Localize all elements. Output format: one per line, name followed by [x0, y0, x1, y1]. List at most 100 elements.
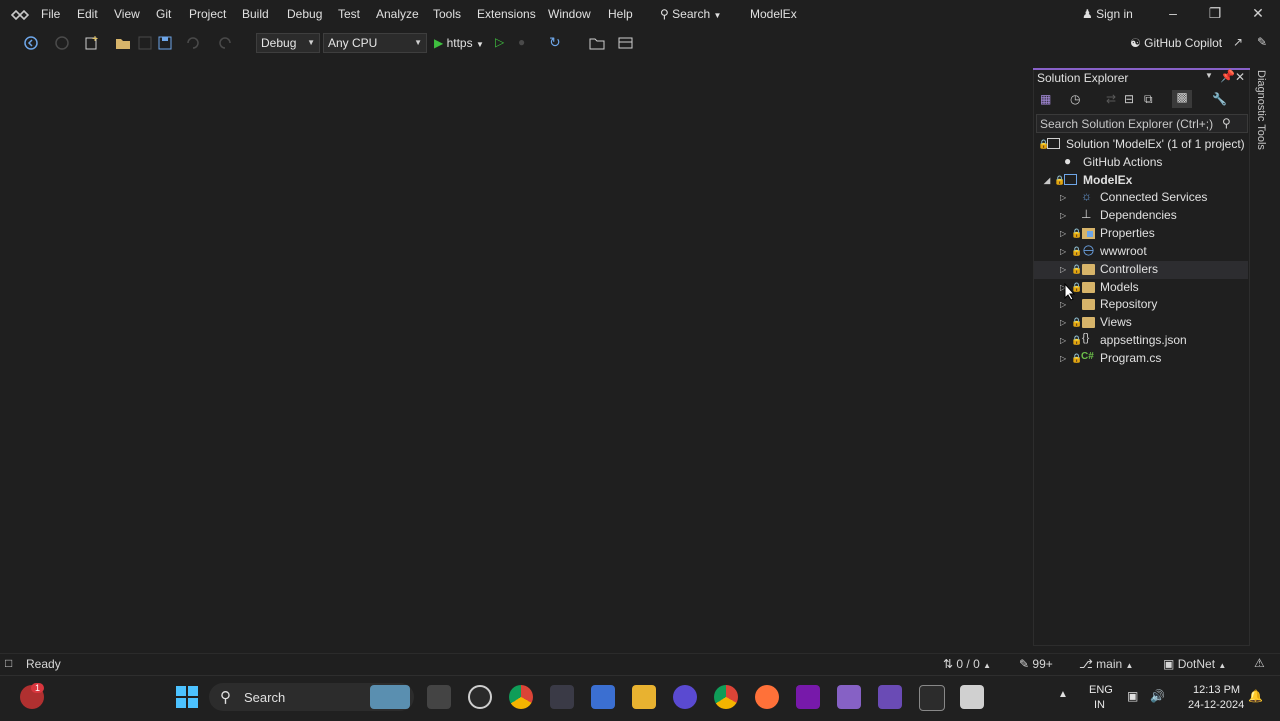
- search-icon[interactable]: ⚲: [1222, 116, 1231, 130]
- menu-analyze[interactable]: Analyze: [376, 7, 419, 21]
- configuration-dropdown[interactable]: Debug ▼: [256, 33, 320, 53]
- show-all-files-icon[interactable]: ⧉: [1144, 92, 1153, 107]
- menu-file[interactable]: File: [41, 7, 60, 21]
- new-project-icon[interactable]: [83, 34, 101, 52]
- network-icon[interactable]: ▣: [1127, 689, 1138, 703]
- terminal-app-icon[interactable]: [550, 685, 574, 709]
- notifications-icon[interactable]: ⚠: [1254, 656, 1265, 670]
- dotnet-tool-icon[interactable]: [673, 685, 697, 709]
- solution-search-placeholder: Search Solution Explorer (Ctrl+;): [1040, 117, 1214, 131]
- chrome-icon[interactable]: [509, 685, 533, 709]
- menu-extensions[interactable]: Extensions: [477, 7, 536, 21]
- volume-icon[interactable]: 🔊: [1150, 689, 1165, 703]
- save-icon[interactable]: [136, 34, 154, 52]
- branch-button[interactable]: ⎇ main ▲: [1079, 657, 1133, 671]
- visual-studio-icon[interactable]: [837, 685, 861, 709]
- tree-item[interactable]: ▷ 🔒 Views: [1036, 314, 1248, 332]
- pending-changes-filter-icon[interactable]: ◷: [1070, 92, 1080, 106]
- menu-window[interactable]: Window: [548, 7, 591, 21]
- onenote-icon[interactable]: [796, 685, 820, 709]
- menu-test[interactable]: Test: [338, 7, 360, 21]
- up-down-arrows-icon: ⇅: [943, 657, 954, 671]
- preview-selected-icon[interactable]: ▩: [1172, 90, 1192, 108]
- start-without-debugging-icon[interactable]: ▷: [495, 35, 504, 49]
- firefox-icon[interactable]: [755, 685, 779, 709]
- sign-in-button[interactable]: ♟ Sign in: [1082, 7, 1133, 21]
- snipping-tool-icon[interactable]: [960, 685, 984, 709]
- visual-studio-logo-icon[interactable]: [10, 6, 30, 24]
- refresh-icon[interactable]: ↻: [549, 34, 561, 51]
- menu-edit[interactable]: Edit: [77, 7, 98, 21]
- language-label[interactable]: ENG: [1089, 684, 1113, 696]
- hot-reload-icon[interactable]: ●: [518, 35, 525, 49]
- output-window-icon[interactable]: □: [5, 656, 12, 670]
- tree-item[interactable]: ▷ 🔒 C# Program.cs: [1036, 350, 1248, 368]
- feedback-icon[interactable]: ✎: [1257, 35, 1267, 49]
- windows-start-icon[interactable]: [176, 686, 198, 708]
- tree-solution-node[interactable]: 🔒 Solution 'ModelEx' (1 of 1 project): [1036, 136, 1248, 154]
- clock-date[interactable]: 24-12-2024: [1188, 699, 1244, 711]
- browse-folder-icon[interactable]: [588, 34, 606, 52]
- tree-item[interactable]: ▷ 🔒 Properties: [1036, 225, 1248, 243]
- pin-icon[interactable]: 📌: [1220, 69, 1235, 83]
- globe-icon: [1083, 245, 1094, 256]
- solution-icon: [1047, 138, 1060, 149]
- tree-item-label: Controllers: [1100, 262, 1159, 276]
- menu-debug[interactable]: Debug: [287, 7, 322, 21]
- tree-item[interactable]: ▷ 🔒 {} appsettings.json: [1036, 332, 1248, 350]
- menu-help[interactable]: Help: [608, 7, 633, 21]
- save-all-icon[interactable]: [156, 34, 174, 52]
- run-button[interactable]: ▶ https ▼: [434, 36, 484, 50]
- sync-icon[interactable]: ⇄: [1106, 92, 1116, 106]
- tree-item[interactable]: ▷ ☼ Connected Services: [1036, 189, 1248, 207]
- tree-item[interactable]: ▷ 🔒 wwwroot: [1036, 243, 1248, 261]
- chevron-down-icon: ▼: [414, 38, 422, 47]
- task-view-icon[interactable]: [427, 685, 451, 709]
- chrome-profile-icon[interactable]: [714, 685, 738, 709]
- expanded-arrow-icon: ◢: [1044, 176, 1051, 185]
- repository-button[interactable]: ▣ DotNet ▲: [1163, 657, 1226, 671]
- menu-view[interactable]: View: [114, 7, 140, 21]
- tree-item[interactable]: ▷ ⊥ Dependencies: [1036, 207, 1248, 225]
- platform-dropdown[interactable]: Any CPU ▼: [323, 33, 427, 53]
- maximize-button[interactable]: ❐: [1205, 5, 1225, 25]
- global-search-button[interactable]: ⚲ Search ▼: [660, 7, 721, 21]
- menu-git[interactable]: Git: [156, 7, 171, 21]
- sync-status-button[interactable]: ⇅ 0 / 0 ▲: [943, 657, 991, 671]
- region-label[interactable]: IN: [1094, 699, 1105, 711]
- redo-icon[interactable]: [216, 34, 234, 52]
- obs-icon[interactable]: [468, 685, 492, 709]
- menu-project[interactable]: Project: [189, 7, 226, 21]
- github-copilot-button[interactable]: ☯ GitHub Copilot: [1130, 36, 1222, 50]
- switch-views-icon[interactable]: ▦: [1040, 92, 1051, 106]
- tree-project-node[interactable]: ◢ 🔒 ModelEx: [1036, 172, 1248, 190]
- search-icon: ⚲: [220, 689, 231, 706]
- minimize-button[interactable]: –: [1163, 5, 1183, 25]
- forward-icon[interactable]: [53, 34, 71, 52]
- command-prompt-icon[interactable]: [919, 685, 945, 711]
- pending-changes-button[interactable]: ✎ 99+: [1019, 657, 1053, 671]
- collapsed-arrow-icon: ▷: [1060, 229, 1067, 238]
- open-folder-icon[interactable]: [114, 34, 132, 52]
- close-panel-icon[interactable]: ✕: [1235, 70, 1245, 84]
- menu-build[interactable]: Build: [242, 7, 269, 21]
- undo-icon[interactable]: [184, 34, 202, 52]
- panel-menu-icon[interactable]: ▼: [1205, 71, 1213, 80]
- collapse-all-icon[interactable]: ⊟: [1124, 92, 1134, 106]
- file-explorer-icon[interactable]: [632, 685, 656, 709]
- github-actions-label: GitHub Actions: [1083, 155, 1163, 169]
- calculator-icon[interactable]: [591, 685, 615, 709]
- show-hidden-icons-icon[interactable]: ▲: [1058, 689, 1068, 700]
- tree-github-actions[interactable]: ● GitHub Actions: [1036, 154, 1248, 172]
- notification-bell-icon[interactable]: 🔔: [1248, 689, 1263, 703]
- share-icon[interactable]: ↗: [1233, 35, 1243, 49]
- menu-tools[interactable]: Tools: [433, 7, 461, 21]
- diagnostic-tools-label: Diagnostic Tools: [1255, 70, 1267, 150]
- layout-icon[interactable]: [617, 34, 635, 52]
- tree-item[interactable]: ▷ 🔒 Controllers: [1034, 261, 1248, 279]
- properties-wrench-icon[interactable]: 🔧: [1212, 92, 1227, 106]
- close-button[interactable]: ✕: [1248, 5, 1268, 25]
- clock-time[interactable]: 12:13 PM: [1193, 684, 1240, 696]
- back-icon[interactable]: [22, 34, 40, 52]
- visual-studio-2-icon[interactable]: [878, 685, 902, 709]
